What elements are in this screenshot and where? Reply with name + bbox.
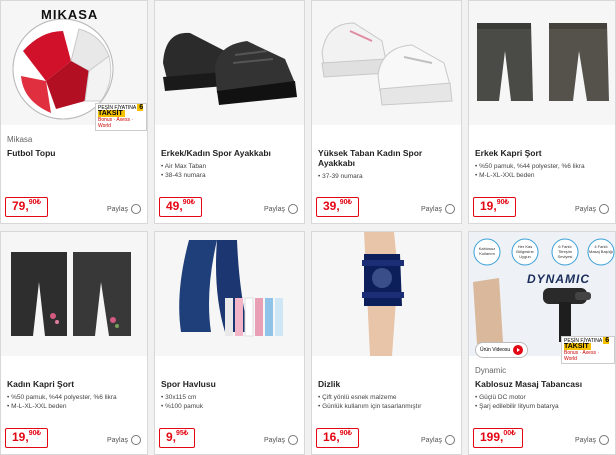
feature-item: Air Max Taban [161, 162, 206, 171]
product-brand: Mikasa [7, 135, 33, 144]
installment-badge: PEŞİN FİYATINA 6 TAKSİT Bonus · Axess · … [561, 336, 615, 364]
product-card-football[interactable]: MIKASA PEŞİN FİYATINA 6 TAKSİT Bonus · A… [0, 0, 148, 224]
product-image[interactable] [155, 232, 304, 356]
share-button[interactable]: Paylaş [264, 204, 298, 214]
product-image[interactable]: MIKASA PEŞİN FİYATINA 6 TAKSİT Bonus · A… [1, 1, 147, 131]
feature-list: Çift yönlü esnek malzeme Günlük kullanım… [318, 393, 421, 411]
feature-item: Çift yönlü esnek malzeme [318, 393, 421, 402]
product-card-platform-sneakers[interactable]: Yüksek Taban Kadın Spor Ayakkabı 37-39 n… [311, 0, 462, 224]
share-radio-icon[interactable] [131, 204, 141, 214]
feature-item: M-L-XL-XXL beden [7, 402, 117, 411]
feature-item: 30x115 cm [161, 393, 203, 402]
product-card-sport-towel[interactable]: Spor Havlusu 30x115 cm %100 pamuk 9,95₺ … [154, 231, 305, 455]
share-radio-icon[interactable] [445, 435, 455, 445]
knee-brace-image [362, 232, 404, 356]
share-button[interactable]: Paylaş [264, 435, 298, 445]
price-tag: 39,90₺ [316, 197, 359, 217]
product-title[interactable]: Erkek/Kadın Spor Ayakkabı [161, 148, 298, 158]
product-title[interactable]: Kadın Kapri Şort [7, 379, 141, 389]
feature-item: Güçlü DC motor [475, 393, 559, 402]
product-image[interactable] [1, 232, 147, 356]
price-tag: 19,90₺ [473, 197, 516, 217]
feature-item: %100 pamuk [161, 402, 203, 411]
feature-item: %50 pamuk, %44 polyester, %6 likra [7, 393, 117, 402]
product-title[interactable]: Yüksek Taban Kadın Spor Ayakkabı [318, 148, 455, 168]
feature-bubble: 6 Farklı Titreşim Seviyesi [557, 244, 573, 259]
feature-list: Güçlü DC motor Şarj edilebilir lityum ba… [475, 393, 559, 411]
feature-list: 37-39 numara [318, 172, 362, 181]
feature-bubble: 4 Farklı Masaj Başlığı [589, 244, 614, 254]
brand-logo-text: MIKASA [41, 7, 99, 22]
feature-list: %50 pamuk, %44 polyester, %6 likra M-L-X… [7, 393, 117, 411]
share-button[interactable]: Paylaş [575, 435, 609, 445]
product-title[interactable]: Spor Havlusu [161, 379, 298, 389]
feature-item: 38-43 numara [161, 171, 206, 180]
product-video-button[interactable]: Ürün Videosu [475, 342, 529, 358]
share-radio-icon[interactable] [131, 435, 141, 445]
share-radio-icon[interactable] [599, 435, 609, 445]
product-card-women-capri[interactable]: Kadın Kapri Şort %50 pamuk, %44 polyeste… [0, 231, 148, 455]
feature-bubble: Her Kas Bölgesine Uygun [516, 244, 534, 259]
product-title[interactable]: Erkek Kapri Şort [475, 148, 609, 158]
installment-badge: PEŞİN FİYATINA 6 TAKSİT Bonus · Axess · … [95, 103, 147, 131]
feature-item: M-L-XL-XXL beden [475, 171, 585, 180]
product-card-knee-brace[interactable]: Dizlik Çift yönlü esnek malzeme Günlük k… [311, 231, 462, 455]
price-tag: 19,90₺ [5, 428, 48, 448]
product-image[interactable] [312, 232, 461, 356]
feature-bubble: Kablosuz Kullanım [478, 246, 496, 256]
feature-list: Air Max Taban 38-43 numara [161, 162, 206, 180]
feature-item: %50 pamuk, %44 polyester, %6 likra [475, 162, 585, 171]
share-button[interactable]: Paylaş [575, 204, 609, 214]
share-radio-icon[interactable] [445, 204, 455, 214]
price-tag: 199,00₺ [473, 428, 523, 448]
product-image[interactable] [469, 1, 615, 125]
play-icon[interactable] [513, 345, 524, 355]
price-tag: 49,90₺ [159, 197, 202, 217]
feature-item: 37-39 numara [318, 172, 362, 181]
price-tag: 9,95₺ [159, 428, 196, 448]
product-title[interactable]: Kablosuz Masaj Tabancası [475, 379, 609, 389]
white-sneakers-image [321, 22, 453, 106]
share-button[interactable]: Paylaş [421, 204, 455, 214]
sneakers-image [163, 32, 297, 105]
feature-list: %50 pamuk, %44 polyester, %6 likra M-L-X… [475, 162, 585, 180]
men-shorts-image [477, 23, 609, 101]
product-image[interactable]: DYNAMIC Kablosuz Kullanım Her Kas Bölges… [469, 232, 615, 364]
product-grid: MIKASA PEŞİN FİYATINA 6 TAKSİT Bonus · A… [0, 0, 616, 455]
brand-logo-text: DYNAMIC [527, 272, 590, 286]
product-card-massage-gun[interactable]: DYNAMIC Kablosuz Kullanım Her Kas Bölges… [468, 231, 616, 455]
product-card-men-capri[interactable]: Erkek Kapri Şort %50 pamuk, %44 polyeste… [468, 0, 616, 224]
product-image[interactable] [155, 1, 304, 125]
feature-list: 30x115 cm %100 pamuk [161, 393, 203, 411]
product-title[interactable]: Futbol Topu [7, 148, 141, 158]
product-title[interactable]: Dizlik [318, 379, 455, 389]
feature-item: Günlük kullanım için tasarlanmıştır [318, 402, 421, 411]
price-tag: 16,90₺ [316, 428, 359, 448]
product-brand: Dynamic [475, 366, 507, 375]
price-tag: 79,90₺ [5, 197, 48, 217]
share-radio-icon[interactable] [288, 435, 298, 445]
product-image[interactable] [312, 1, 461, 125]
share-button[interactable]: Paylaş [107, 435, 141, 445]
share-button[interactable]: Paylaş [107, 204, 141, 214]
feature-item: Şarj edilebilir lityum batarya [475, 402, 558, 411]
women-shorts-image [11, 252, 131, 336]
share-radio-icon[interactable] [288, 204, 298, 214]
share-radio-icon[interactable] [599, 204, 609, 214]
share-button[interactable]: Paylaş [421, 435, 455, 445]
product-card-sneakers[interactable]: Erkek/Kadın Spor Ayakkabı Air Max Taban … [154, 0, 305, 224]
towels-image [179, 240, 283, 337]
